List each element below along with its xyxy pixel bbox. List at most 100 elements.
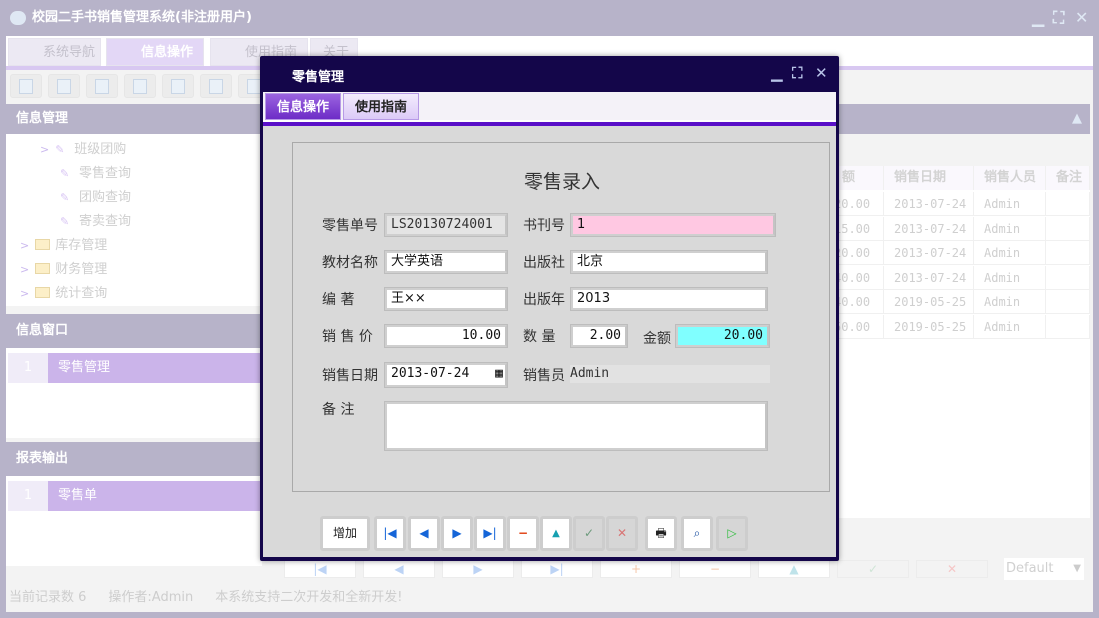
table-cell[interactable]: 20.00 <box>832 192 884 216</box>
minimize-icon[interactable]: ▁ <box>771 64 783 82</box>
calendar-icon[interactable]: ▦ <box>495 365 503 383</box>
save-button[interactable]: ✓ <box>573 516 605 551</box>
list-icon[interactable] <box>48 74 80 98</box>
table-cell[interactable] <box>1046 241 1090 265</box>
table-cell[interactable]: 20.00 <box>832 241 884 265</box>
tree-item[interactable]: ✎寄卖查询 <box>6 210 262 234</box>
order-no-field[interactable]: LS20130724001 <box>385 214 507 236</box>
user-icon[interactable] <box>124 74 156 98</box>
first-record-button[interactable]: |◀ <box>374 516 406 551</box>
publisher-field[interactable]: 北京 <box>571 251 767 273</box>
table-cell[interactable]: Admin <box>974 192 1046 216</box>
retail-mgmt-dialog: 零售管理 ▁ ⛶ ✕ 信息操作 使用指南 零售录入 零售单号 LS2013072… <box>260 56 839 561</box>
list-item[interactable]: 1零售单 <box>8 481 260 511</box>
search-icon[interactable] <box>10 74 42 98</box>
dialog-tab-info-ops[interactable]: 信息操作 <box>265 93 341 120</box>
close-icon[interactable]: ✕ <box>815 64 828 82</box>
tree-item[interactable]: >库存管理 <box>6 234 262 258</box>
print-icon[interactable]: 🖶 <box>645 516 677 551</box>
info-window-header[interactable]: 信息窗口 <box>6 314 262 348</box>
table-cell[interactable]: Admin <box>974 290 1046 314</box>
table-cell[interactable]: 2013-07-24 <box>884 266 974 290</box>
table-cell[interactable] <box>1046 192 1090 216</box>
book-name-field[interactable]: 大学英语 <box>385 251 507 273</box>
tree-item[interactable]: >财务管理 <box>6 258 262 282</box>
close-icon[interactable]: ✕ <box>1075 8 1088 27</box>
delete-button[interactable]: − <box>507 516 539 551</box>
next-record-button[interactable]: ▶ <box>441 516 473 551</box>
monitor-icon[interactable] <box>162 74 194 98</box>
table-cell[interactable] <box>1046 266 1090 290</box>
document-icon[interactable] <box>86 74 118 98</box>
table-cell[interactable]: Admin <box>974 315 1046 339</box>
pub-year-field[interactable]: 2013 <box>571 288 767 310</box>
book-no-field[interactable]: 1 <box>571 214 775 236</box>
table-cell[interactable]: 40.00 <box>832 266 884 290</box>
remark-field[interactable] <box>385 402 767 450</box>
maximize-icon[interactable]: ⛶ <box>1053 8 1064 28</box>
collapse-icon[interactable]: ▲ <box>1072 104 1082 134</box>
chevron-right-icon: > <box>40 143 49 156</box>
sale-date-field[interactable]: 2013-07-24▦ <box>385 363 507 387</box>
tool-icon: ✎ <box>55 138 69 150</box>
chevron-down-icon: ▼ <box>1073 558 1081 580</box>
sale-date-label: 销售日期 <box>322 365 378 385</box>
edit-record-button[interactable]: ▲ <box>758 560 830 578</box>
list-item[interactable]: 1零售管理 <box>8 353 260 383</box>
tab-system-nav[interactable]: 系统导航 <box>8 38 101 66</box>
table-cell[interactable]: 15.00 <box>832 217 884 241</box>
chevron-right-icon: > <box>20 287 29 300</box>
table-cell[interactable]: Admin <box>974 241 1046 265</box>
app-title-bar: 校园二手书销售管理系统(非注册用户) <box>0 0 1099 36</box>
price-field[interactable]: 10.00 <box>385 325 507 347</box>
author-field[interactable]: 王×× <box>385 288 507 310</box>
tab-info-ops[interactable]: 信息操作 <box>106 38 204 66</box>
minimize-icon[interactable]: ▁ <box>1032 8 1044 27</box>
last-record-button[interactable]: ▶| <box>521 560 593 578</box>
table-cell[interactable]: 2013-07-24 <box>884 217 974 241</box>
status-bar: 当前记录数 6操作者:Admin本系统支持二次开发和全新开发! <box>9 587 1089 609</box>
print-preview-icon[interactable]: ⌕ <box>681 516 713 551</box>
table-cell[interactable]: 2019-05-25 <box>884 315 974 339</box>
table-cell[interactable]: Admin <box>974 266 1046 290</box>
price-label: 销 售 价 <box>322 326 373 346</box>
amount-field[interactable]: 20.00 <box>676 325 769 347</box>
table-cell[interactable]: 2013-07-24 <box>884 241 974 265</box>
table-cell[interactable] <box>1046 217 1090 241</box>
tree-item[interactable]: ✎团购查询 <box>6 186 262 210</box>
next-record-button[interactable]: ▶ <box>442 560 514 578</box>
view-select[interactable]: Default▼ <box>1004 558 1084 580</box>
info-mgmt-header[interactable]: 信息管理 <box>6 104 262 134</box>
add-window-icon[interactable] <box>200 74 232 98</box>
dialog-tab-guide[interactable]: 使用指南 <box>343 93 419 120</box>
table-cell[interactable]: 2019-05-25 <box>884 290 974 314</box>
add-record-button[interactable]: + <box>600 560 672 578</box>
add-button[interactable]: 增加 <box>320 516 370 551</box>
table-cell[interactable]: Admin <box>974 217 1046 241</box>
run-icon[interactable]: ▷ <box>716 516 748 551</box>
table-cell[interactable]: 2013-07-24 <box>884 192 974 216</box>
edit-button[interactable]: ▲ <box>540 516 572 551</box>
table-cell[interactable]: 40.00 <box>832 290 884 314</box>
table-cell[interactable]: 50.00 <box>832 315 884 339</box>
delete-record-button[interactable]: − <box>679 560 751 578</box>
app-title: 校园二手书销售管理系统(非注册用户) <box>32 10 252 25</box>
cancel-button[interactable]: ✕ <box>606 516 638 551</box>
tree-item[interactable]: >✎班级团购 <box>6 138 262 162</box>
tree-item[interactable]: >统计查询 <box>6 282 262 306</box>
last-record-button[interactable]: ▶| <box>474 516 506 551</box>
table-cell[interactable] <box>1046 315 1090 339</box>
report-header[interactable]: 报表输出 <box>6 442 262 476</box>
confirm-button[interactable]: ✓ <box>837 560 909 578</box>
maximize-icon[interactable]: ⛶ <box>792 64 803 82</box>
quantity-field[interactable]: 2.00 <box>571 325 627 347</box>
table-cell[interactable] <box>1046 290 1090 314</box>
chevron-right-icon: > <box>20 239 29 252</box>
prev-record-button[interactable]: ◀ <box>408 516 440 551</box>
remark-label: 备 注 <box>322 399 354 419</box>
amount-label: 金额 <box>643 328 671 348</box>
tree-item[interactable]: ✎零售查询 <box>6 162 262 186</box>
cancel-button[interactable]: ✕ <box>916 560 988 578</box>
first-record-button[interactable]: |◀ <box>284 560 356 578</box>
prev-record-button[interactable]: ◀ <box>363 560 435 578</box>
